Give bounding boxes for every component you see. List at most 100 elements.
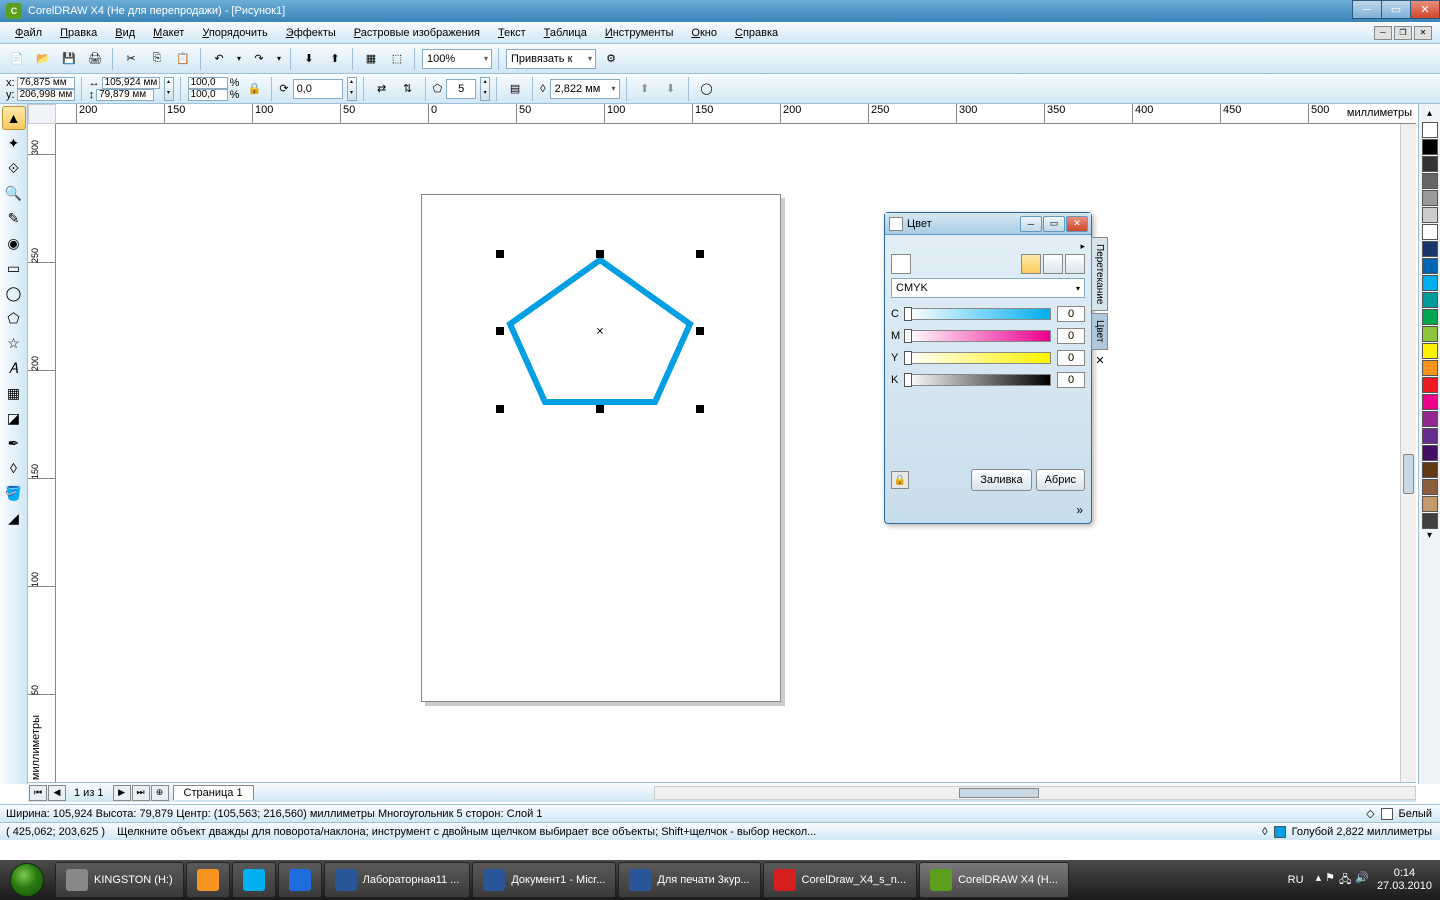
menu-текст[interactable]: Текст xyxy=(489,24,535,42)
scale-x-input[interactable] xyxy=(188,77,228,89)
undo-button[interactable]: ↶ xyxy=(208,48,230,70)
cut-button[interactable]: ✂ xyxy=(120,48,142,70)
palette-swatch[interactable] xyxy=(1422,411,1438,427)
language-indicator[interactable]: RU xyxy=(1284,872,1308,888)
sides-input[interactable] xyxy=(446,79,476,99)
sliders-mode-button[interactable] xyxy=(1021,254,1041,274)
palette-swatch[interactable] xyxy=(1422,258,1438,274)
doc-close-button[interactable]: ✕ xyxy=(1414,26,1432,40)
menu-справка[interactable]: Справка xyxy=(726,24,787,42)
channel-c-input[interactable] xyxy=(1057,306,1085,322)
outline-tool[interactable]: ◊ xyxy=(2,456,26,480)
palette-swatch[interactable] xyxy=(1422,479,1438,495)
rotation-spinner[interactable]: ▴▾ xyxy=(347,77,357,101)
new-button[interactable]: 📄 xyxy=(6,48,28,70)
outline-button[interactable]: Абрис xyxy=(1036,469,1085,491)
welcome-button[interactable]: ⬚ xyxy=(386,48,408,70)
docker-close-tab-icon[interactable]: ✕ xyxy=(1091,354,1109,367)
pick-tool[interactable]: ▲ xyxy=(2,106,26,130)
size-spinner[interactable]: ▴▾ xyxy=(164,77,174,101)
menu-окно[interactable]: Окно xyxy=(682,24,726,42)
doc-minimize-button[interactable]: ─ xyxy=(1374,26,1392,40)
palette-swatch[interactable] xyxy=(1422,496,1438,512)
tray-flag-icon[interactable]: ⚑ xyxy=(1325,871,1335,890)
channel-y-input[interactable] xyxy=(1057,350,1085,366)
taskbar-item[interactable]: CorelDRAW X4 (Н... xyxy=(919,862,1069,898)
menu-инструменты[interactable]: Инструменты xyxy=(596,24,683,42)
lock-ratio-button[interactable]: 🔒 xyxy=(243,78,265,100)
copy-button[interactable]: ⎘ xyxy=(146,48,168,70)
taskbar-item[interactable]: KINGSTON (H:) xyxy=(55,862,184,898)
vertical-scrollbar[interactable] xyxy=(1400,124,1416,784)
expand-icon[interactable]: » xyxy=(1076,503,1083,517)
palette-swatch[interactable] xyxy=(1422,173,1438,189)
interactive-tool[interactable]: ◪ xyxy=(2,406,26,430)
palette-swatch[interactable] xyxy=(1422,309,1438,325)
convert-curves-button[interactable]: ◯ xyxy=(696,78,718,100)
fill-button[interactable]: Заливка xyxy=(971,469,1031,491)
add-page-button[interactable]: ⊕ xyxy=(151,785,169,801)
palette-down-icon[interactable]: ▾ xyxy=(1419,530,1440,544)
paste-button[interactable]: 📋 xyxy=(172,48,194,70)
palette-swatch[interactable] xyxy=(1422,275,1438,291)
table-tool[interactable]: ▦ xyxy=(2,381,26,405)
palette-up-icon[interactable]: ▴ xyxy=(1419,108,1440,122)
basic-shapes-tool[interactable]: ☆ xyxy=(2,331,26,355)
palette-swatch[interactable] xyxy=(1422,224,1438,240)
zoom-tool[interactable]: 🔍 xyxy=(2,181,26,205)
lock-icon[interactable]: 🔒 xyxy=(891,471,909,489)
palette-swatch[interactable] xyxy=(1422,122,1438,138)
outline-width-combo[interactable]: 2,822 мм xyxy=(550,79,620,99)
outline-swatch[interactable] xyxy=(1274,826,1286,838)
tray-network-icon[interactable]: 🖧 xyxy=(1339,871,1351,890)
color-docker[interactable]: Цвет ─ ▭ ✕ ▸ CMYK CMYK 🔒 За xyxy=(884,212,1092,524)
first-page-button[interactable]: ⏮ xyxy=(29,785,47,801)
docker-tab-color[interactable]: Цвет xyxy=(1091,313,1108,349)
color-model-combo[interactable]: CMYK xyxy=(891,278,1085,298)
palette-swatch[interactable] xyxy=(1422,428,1438,444)
rectangle-tool[interactable]: ▭ xyxy=(2,256,26,280)
menu-эффекты[interactable]: Эффекты xyxy=(277,24,345,42)
menu-таблица[interactable]: Таблица xyxy=(535,24,596,42)
redo-button[interactable]: ↷ xyxy=(248,48,270,70)
menu-растровые изображения[interactable]: Растровые изображения xyxy=(345,24,489,42)
channel-y-slider[interactable]: Y xyxy=(891,350,1085,366)
print-button[interactable]: 🖨 xyxy=(84,48,106,70)
horizontal-scrollbar[interactable] xyxy=(654,786,1416,800)
mirror-h-button[interactable]: ⇄ xyxy=(371,78,393,100)
sides-spinner[interactable]: ▴▾ xyxy=(480,77,490,101)
menu-файл[interactable]: Файл xyxy=(6,24,51,42)
fill-tool[interactable]: 🪣 xyxy=(2,481,26,505)
x-position-input[interactable] xyxy=(17,77,75,89)
save-button[interactable]: 💾 xyxy=(58,48,80,70)
clock[interactable]: 0:14 27.03.2010 xyxy=(1377,867,1432,893)
tray-up-icon[interactable]: ▴ xyxy=(1316,871,1322,890)
palette-swatch[interactable] xyxy=(1422,139,1438,155)
channel-m-input[interactable] xyxy=(1057,328,1085,344)
menu-макет[interactable]: Макет xyxy=(144,24,193,42)
doc-restore-button[interactable]: ❐ xyxy=(1394,26,1412,40)
current-color-swatch[interactable] xyxy=(891,254,911,274)
start-button[interactable] xyxy=(0,860,54,900)
scale-y-input[interactable] xyxy=(188,89,228,101)
import-button[interactable]: ⬇ xyxy=(298,48,320,70)
last-page-button[interactable]: ⏭ xyxy=(132,785,150,801)
taskbar-item[interactable]: Лабораторная11 ... xyxy=(324,862,471,898)
taskbar-item[interactable]: Документ1 - Micr... xyxy=(472,862,616,898)
palette-swatch[interactable] xyxy=(1422,207,1438,223)
flyout-arrow-icon[interactable]: ▸ xyxy=(891,241,1085,252)
viewer-mode-button[interactable] xyxy=(1043,254,1063,274)
taskbar-item[interactable]: CorelDraw_X4_s_n... xyxy=(763,862,918,898)
freehand-tool[interactable]: ✎ xyxy=(2,206,26,230)
palette-swatch[interactable] xyxy=(1422,462,1438,478)
palette-swatch[interactable] xyxy=(1422,360,1438,376)
export-button[interactable]: ⬆ xyxy=(324,48,346,70)
options-button[interactable]: ⚙ xyxy=(600,48,622,70)
docker-close-button[interactable]: ✕ xyxy=(1066,216,1088,232)
tray-volume-icon[interactable]: 🔊 xyxy=(1355,871,1369,890)
palette-swatch[interactable] xyxy=(1422,513,1438,529)
palette-swatch[interactable] xyxy=(1422,445,1438,461)
taskbar-item[interactable] xyxy=(278,862,322,898)
maximize-button[interactable]: ▭ xyxy=(1381,0,1411,19)
docker-maximize-button[interactable]: ▭ xyxy=(1043,216,1065,232)
